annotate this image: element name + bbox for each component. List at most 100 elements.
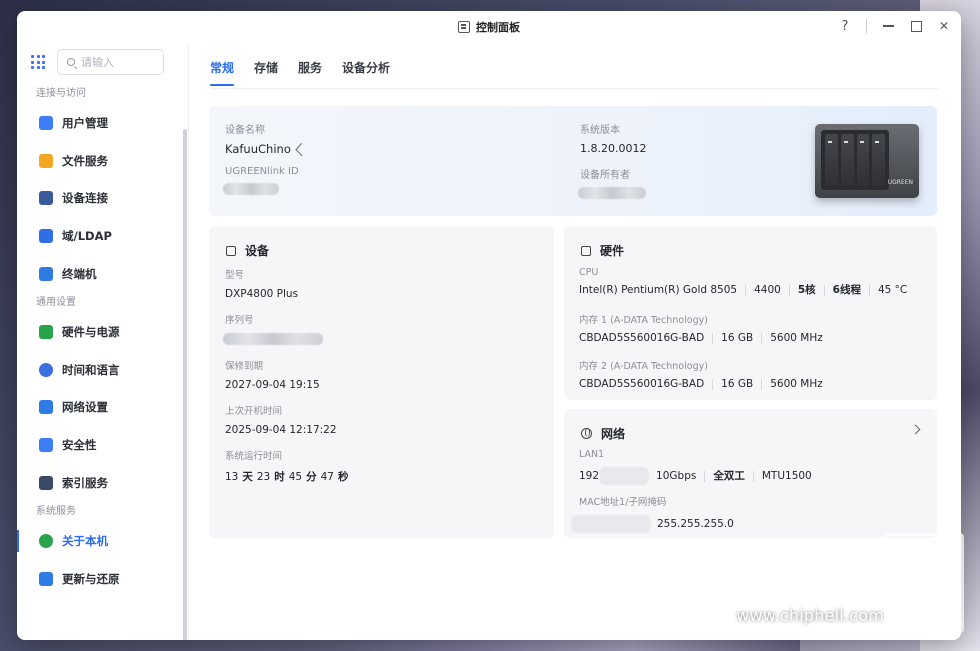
tab-3[interactable]: 设备分析: [342, 59, 390, 86]
device-icon: [226, 245, 236, 256]
sidebar-item-terminal[interactable]: 终端机: [17, 255, 188, 293]
app-grid-icon[interactable]: [31, 55, 45, 69]
sidebar-item-label: 安全性: [62, 438, 97, 453]
info-icon: [39, 533, 53, 548]
domain-icon: [39, 229, 53, 244]
controls-divider: [866, 19, 867, 33]
sidebar-item-label: 设备连接: [62, 191, 108, 206]
sidebar-item-globe-time[interactable]: 时间和语言: [17, 351, 188, 389]
tab-divider: [210, 88, 938, 89]
main-content: 常规 存储 服务 设备分析 设备名称 KafuuChino UGREENlink ID…: [189, 43, 961, 640]
maximize-button[interactable]: [909, 17, 923, 35]
network-icon: [39, 400, 53, 415]
network-card-title: 网络: [601, 427, 626, 441]
sidebar-item-index[interactable]: 索引服务: [17, 464, 188, 502]
user-icon: [39, 115, 53, 130]
serial-redacted: [223, 333, 323, 345]
cpu-label: CPU: [579, 267, 599, 278]
minimize-button[interactable]: [881, 17, 895, 35]
window-title: 控制面板: [476, 21, 520, 34]
battery-icon: [39, 324, 53, 339]
sidebar-group-label: 连接与访问: [36, 88, 86, 99]
tab-bar: 常规 存储 服务 设备分析: [210, 59, 390, 86]
folder-icon: [39, 153, 53, 168]
shield-icon: [39, 438, 53, 453]
edit-icon[interactable]: [295, 142, 308, 156]
sidebar-item-label: 时间和语言: [62, 362, 120, 377]
sidebar-item-label: 硬件与电源: [62, 324, 120, 339]
nas-device-image: UGREEN: [811, 118, 919, 200]
device-owner-label: 设备所有者: [580, 170, 630, 181]
sidebar-item-label: 网络设置: [62, 400, 108, 415]
device-link-icon: [39, 191, 53, 206]
search-input[interactable]: 请输入: [57, 49, 164, 75]
sidebar-item-label: 域/LDAP: [62, 229, 112, 244]
tab-1[interactable]: 存储: [254, 59, 278, 86]
cpu-value: Intel(R) Pentium(R) Gold 8505 4400 5核 6线…: [579, 285, 915, 296]
hardware-card-title: 硬件: [600, 244, 625, 258]
serial-label: 序列号: [225, 315, 254, 326]
last-boot-label: 上次开机时间: [225, 406, 283, 417]
tab-2[interactable]: 服务: [298, 59, 322, 86]
sidebar-item-label: 关于本机: [62, 533, 108, 548]
sidebar-item-domain[interactable]: 域/LDAP: [17, 217, 188, 255]
title-bar[interactable]: 控制面板 ?: [17, 11, 961, 43]
index-icon: [39, 476, 53, 491]
globe-time-icon: [39, 362, 53, 377]
model-label: 型号: [225, 270, 245, 281]
search-icon: [67, 58, 75, 66]
sidebar-item-refresh[interactable]: 更新与还原: [17, 560, 188, 598]
device-summary-panel: 设备名称 KafuuChino UGREENlink ID 系统版本 1.8.2…: [209, 106, 937, 216]
terminal-icon: [39, 267, 53, 282]
sidebar-scrollbar[interactable]: [183, 129, 187, 640]
device-owner-redacted: [578, 187, 646, 199]
close-button[interactable]: [937, 17, 951, 35]
chip-icon: [581, 245, 591, 256]
control-panel-window: 控制面板 ? 请输入 连接与访问用户管理文件服务设备连接域/LDAP 终端机通用设…: [17, 11, 961, 640]
memory2-value: CBDAD5S560016G-BAD 16 GB 5600 MHz: [579, 379, 831, 390]
search-placeholder: 请输入: [81, 56, 114, 69]
sidebar-item-label: 索引服务: [62, 476, 108, 491]
network-card[interactable]: 网络 LAN1 192 10Gbps 全双工 MTU1500 MAC地址1/子网…: [564, 409, 937, 538]
hardware-card: 硬件 CPU Intel(R) Pentium(R) Gold 8505 440…: [564, 226, 937, 400]
ugreen-id-redacted: [223, 183, 279, 195]
warranty-value: 2027-09-04 19:15: [225, 379, 320, 391]
mac-value: 255.255.255.0: [571, 515, 734, 533]
sidebar-item-info[interactable]: 关于本机: [17, 522, 188, 560]
sidebar-item-battery[interactable]: 硬件与电源: [17, 313, 188, 351]
mac-label: MAC地址1/子网掩码: [579, 497, 667, 508]
lan1-label: LAN1: [579, 449, 605, 460]
refresh-icon: [39, 571, 53, 586]
memory2-label: 内存 2 (A-DATA Technology): [579, 361, 708, 372]
device-card: 设备 型号 DXP4800 Plus 序列号 保修到期 2027-09-04 1…: [209, 226, 554, 538]
uptime-value: 13 天 23 时 45 分 47 秒: [225, 470, 349, 484]
chevron-right-icon[interactable]: [910, 424, 921, 435]
memory1-value: CBDAD5S560016G-BAD 16 GB 5600 MHz: [579, 333, 831, 344]
last-boot-value: 2025-09-04 12:17:22: [225, 424, 337, 436]
sidebar-item-folder[interactable]: 文件服务: [17, 142, 188, 180]
device-name-label: 设备名称: [225, 125, 265, 136]
chiphell-logo: [884, 533, 964, 633]
warranty-label: 保修到期: [225, 361, 264, 372]
sidebar-group-label: 系统服务: [36, 505, 76, 517]
sidebar-item-shield[interactable]: 安全性: [17, 426, 188, 464]
network-globe-icon: [581, 428, 592, 439]
device-name-value: KafuuChino: [225, 142, 291, 156]
sidebar-item-label: 用户管理: [62, 115, 108, 130]
sidebar: 请输入 连接与访问用户管理文件服务设备连接域/LDAP 终端机通用设置硬件与电源时…: [17, 43, 189, 640]
sidebar-item-device-link[interactable]: 设备连接: [17, 180, 188, 218]
sidebar-group-label: 通用设置: [36, 296, 76, 308]
sidebar-item-label: 文件服务: [62, 153, 108, 168]
lan-ip-redacted: [599, 467, 650, 485]
ugreen-id-label: UGREENlink ID: [225, 166, 299, 177]
tab-0[interactable]: 常规: [210, 59, 235, 86]
sidebar-item-network[interactable]: 网络设置: [17, 389, 188, 427]
memory1-label: 内存 1 (A-DATA Technology): [579, 315, 708, 326]
model-value: DXP4800 Plus: [225, 288, 299, 300]
mac-redacted: [571, 515, 651, 533]
help-button[interactable]: ?: [838, 17, 852, 35]
sidebar-item-label: 终端机: [62, 267, 97, 282]
uptime-label: 系统运行时间: [225, 451, 283, 462]
sidebar-item-user[interactable]: 用户管理: [17, 104, 188, 142]
device-card-title: 设备: [245, 244, 270, 258]
